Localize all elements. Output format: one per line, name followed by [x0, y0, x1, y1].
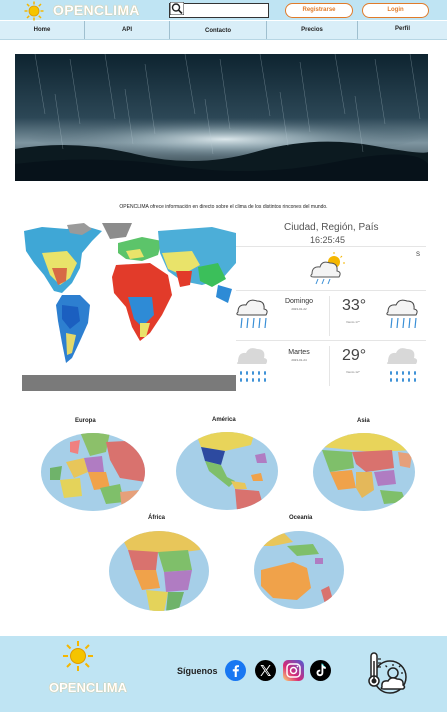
search-icon[interactable]: [170, 2, 184, 15]
continent-label-oceania: Oceanía: [289, 515, 313, 521]
header: OPENCLIMA Registrarse Login: [0, 0, 447, 21]
thermometer-weather-icon: [368, 652, 407, 694]
weather-location: Ciudad, Región, País: [284, 222, 379, 233]
day-temp: 29°: [342, 347, 367, 364]
cloud-drizzle-icon: [386, 348, 418, 382]
day-sub: Viento 12°: [346, 370, 360, 374]
america-map[interactable]: [175, 431, 279, 511]
cloud-drizzle-icon: [236, 348, 268, 382]
europe-map[interactable]: [40, 432, 146, 512]
day-sub: Viento 17°: [346, 320, 360, 324]
nav-item-api[interactable]: API: [85, 21, 170, 39]
cloud-rain-icon: [386, 299, 418, 329]
register-button[interactable]: Registrarse: [285, 3, 353, 18]
sun-logo-icon[interactable]: [62, 640, 94, 672]
nav-item-contacto[interactable]: Contacto: [170, 21, 267, 39]
weather-time: 16:25:45: [310, 235, 346, 245]
continent-label-europa: Europa: [75, 418, 96, 424]
asia-map[interactable]: [312, 432, 416, 512]
nav-item-perfil[interactable]: Perfil: [358, 21, 447, 39]
footer: OPENCLIMA Síguenos: [0, 636, 447, 712]
facebook-icon[interactable]: [225, 660, 246, 681]
main-nav: Home API Contacto Precios Perfil: [0, 21, 447, 40]
day-date: 2023-01-24: [291, 358, 307, 362]
day-temp: 33°: [342, 297, 367, 314]
continent-label-africa: África: [148, 515, 166, 521]
weather-panel: Ciudad, Región, País 16:25:45 S Domingo …: [236, 220, 426, 392]
continent-label-asia: Asia: [357, 418, 370, 424]
logo-text[interactable]: OPENCLIMA: [53, 2, 140, 18]
tiktok-icon[interactable]: [310, 660, 331, 681]
footer-logo-text[interactable]: OPENCLIMA: [49, 680, 127, 695]
partly-cloudy-rain-icon: [310, 252, 345, 285]
day-name: Martes: [288, 349, 310, 356]
world-climate-map[interactable]: [22, 223, 236, 391]
hero-rain-image: [15, 54, 428, 181]
cloud-rain-icon: [236, 299, 268, 329]
nav-item-home[interactable]: Home: [0, 21, 85, 39]
follow-label: Síguenos: [177, 666, 218, 676]
continent-label-america: América: [212, 417, 236, 423]
instagram-icon[interactable]: [283, 660, 304, 681]
sun-logo-icon[interactable]: [24, 1, 44, 21]
day-name: Domingo: [284, 298, 313, 305]
x-icon[interactable]: [255, 660, 276, 681]
tagline: OPENCLIMA ofrece información en directo …: [119, 204, 328, 210]
weather-edge-label: S: [416, 252, 421, 258]
day-date: 2023-01-22: [291, 307, 307, 311]
login-button[interactable]: Login: [362, 3, 429, 18]
oceania-map[interactable]: [253, 530, 345, 610]
nav-item-precios[interactable]: Precios: [267, 21, 358, 39]
africa-map[interactable]: [108, 530, 210, 612]
search-input[interactable]: [169, 3, 269, 18]
